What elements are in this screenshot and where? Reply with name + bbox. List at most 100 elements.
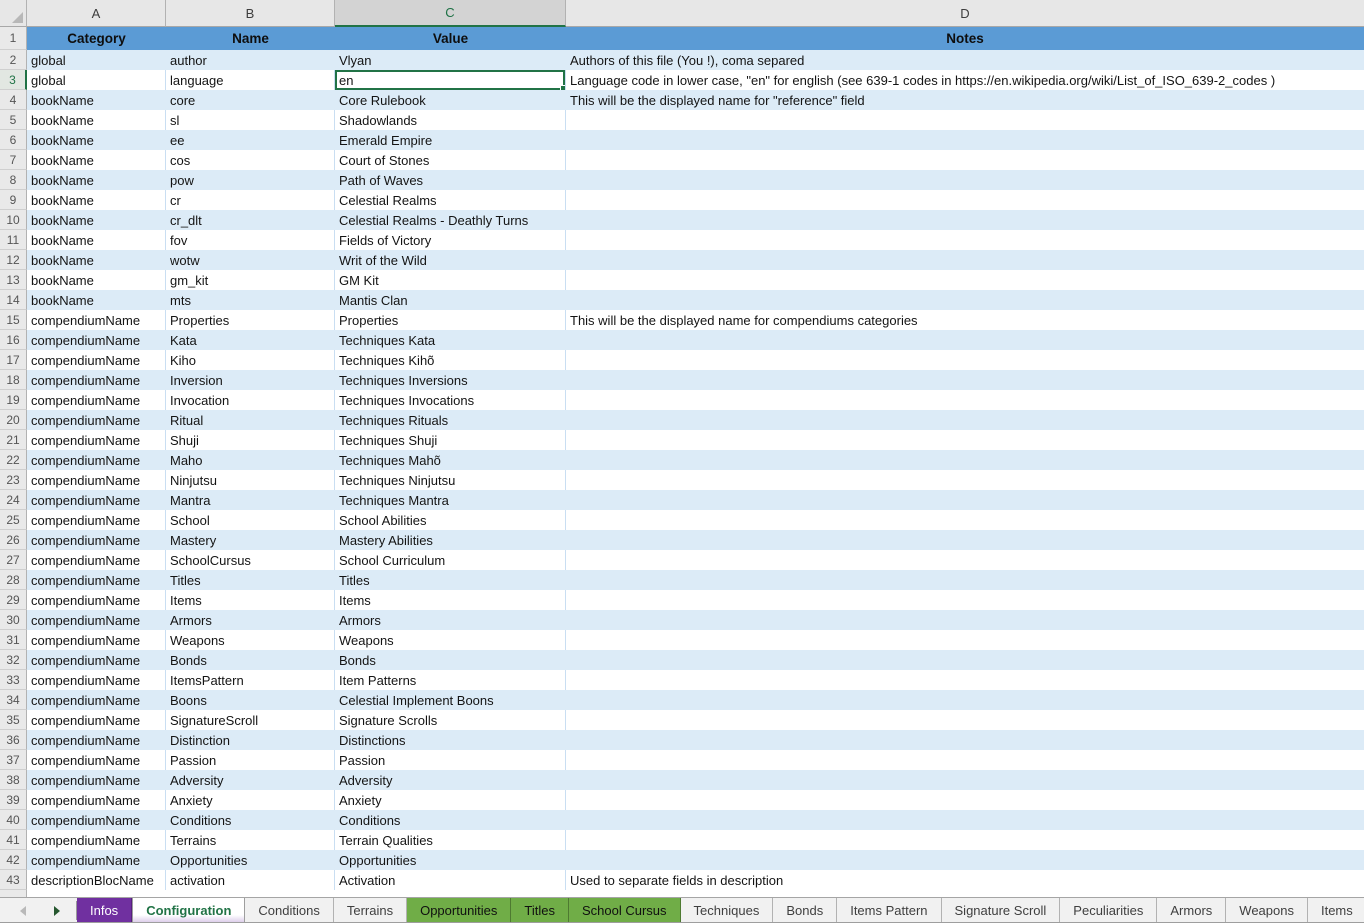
column-header-d[interactable]: D [566, 0, 1364, 27]
cell-name[interactable]: gm_kit [166, 270, 335, 290]
header-cell-category[interactable]: Category [27, 27, 166, 50]
cell-notes[interactable] [566, 170, 1364, 190]
row-number[interactable]: 3 [0, 70, 27, 90]
sheet-tab-titles[interactable]: Titles [511, 898, 569, 923]
cell-name[interactable]: Mastery [166, 530, 335, 550]
cell-category[interactable]: bookName [27, 190, 166, 210]
cell-value[interactable]: Fields of Victory [335, 230, 566, 250]
cell-category[interactable]: compendiumName [27, 690, 166, 710]
cell-name[interactable]: language [166, 70, 335, 90]
cell-value[interactable]: Item Patterns [335, 670, 566, 690]
row-number[interactable]: 13 [0, 270, 27, 290]
cell-category[interactable]: compendiumName [27, 370, 166, 390]
row-number[interactable]: 4 [0, 90, 27, 110]
row-number[interactable]: 26 [0, 530, 27, 550]
cell-notes[interactable] [566, 430, 1364, 450]
sheet-tab-conditions[interactable]: Conditions [245, 898, 333, 923]
cell-notes[interactable] [566, 110, 1364, 130]
cell-value[interactable]: Court of Stones [335, 150, 566, 170]
cell-notes[interactable] [566, 570, 1364, 590]
cell-value[interactable]: Shadowlands [335, 110, 566, 130]
column-header-b[interactable]: B [166, 0, 335, 27]
sheet-tab-opportunities[interactable]: Opportunities [407, 898, 511, 923]
cell-notes[interactable] [566, 410, 1364, 430]
row-number[interactable]: 11 [0, 230, 27, 250]
cell-name[interactable]: wotw [166, 250, 335, 270]
cell-notes[interactable]: This will be the displayed name for "ref… [566, 90, 1364, 110]
cell-name[interactable]: Conditions [166, 810, 335, 830]
sheet-tab-school-cursus[interactable]: School Cursus [569, 898, 681, 923]
cell-name[interactable]: Kiho [166, 350, 335, 370]
row-number[interactable]: 36 [0, 730, 27, 750]
cell-value[interactable]: Anxiety [335, 790, 566, 810]
cell-name[interactable]: Passion [166, 750, 335, 770]
cell-notes[interactable] [566, 630, 1364, 650]
cell-notes[interactable] [566, 810, 1364, 830]
cell-category[interactable]: compendiumName [27, 830, 166, 850]
cell-notes[interactable] [566, 650, 1364, 670]
row-number[interactable]: 32 [0, 650, 27, 670]
cell-category[interactable]: bookName [27, 90, 166, 110]
sheet-tab-infos[interactable]: Infos [77, 898, 132, 923]
cell-notes[interactable] [566, 490, 1364, 510]
cell-value[interactable]: Signature Scrolls [335, 710, 566, 730]
cell-value[interactable]: Mastery Abilities [335, 530, 566, 550]
cell-name[interactable]: Anxiety [166, 790, 335, 810]
cell-value[interactable]: Armors [335, 610, 566, 630]
header-cell-name[interactable]: Name [166, 27, 335, 50]
row-number[interactable]: 37 [0, 750, 27, 770]
row-number[interactable]: 43 [0, 870, 27, 890]
row-number[interactable]: 8 [0, 170, 27, 190]
cell-value[interactable]: Passion [335, 750, 566, 770]
row-number[interactable]: 35 [0, 710, 27, 730]
cell-category[interactable]: compendiumName [27, 490, 166, 510]
cell-value[interactable]: Techniques Rituals [335, 410, 566, 430]
cell-category[interactable]: compendiumName [27, 610, 166, 630]
cell-name[interactable]: Titles [166, 570, 335, 590]
cell-value[interactable]: Celestial Realms - Deathly Turns [335, 210, 566, 230]
row-number[interactable]: 34 [0, 690, 27, 710]
row-number[interactable]: 41 [0, 830, 27, 850]
row-number[interactable]: 33 [0, 670, 27, 690]
cell-value[interactable]: Path of Waves [335, 170, 566, 190]
cell-name[interactable]: cr [166, 190, 335, 210]
cell-value[interactable]: GM Kit [335, 270, 566, 290]
cell-name[interactable]: Adversity [166, 770, 335, 790]
cell-name[interactable]: Ninjutsu [166, 470, 335, 490]
cell-name[interactable]: ItemsPattern [166, 670, 335, 690]
cell-category[interactable]: compendiumName [27, 630, 166, 650]
row-number[interactable]: 18 [0, 370, 27, 390]
cell-category[interactable]: descriptionBlocName [27, 870, 166, 890]
cell-category[interactable]: compendiumName [27, 850, 166, 870]
cell-name[interactable]: SchoolCursus [166, 550, 335, 570]
row-number[interactable]: 10 [0, 210, 27, 230]
cell-value[interactable]: Emerald Empire [335, 130, 566, 150]
row-number[interactable]: 20 [0, 410, 27, 430]
cell-category[interactable]: bookName [27, 110, 166, 130]
sheet-tab-configuration[interactable]: Configuration [132, 898, 245, 923]
cell-name[interactable]: Mantra [166, 490, 335, 510]
sheet-tab-terrains[interactable]: Terrains [334, 898, 407, 923]
cell-notes[interactable]: This will be the displayed name for comp… [566, 310, 1364, 330]
cell-value[interactable]: Adversity [335, 770, 566, 790]
cell-name[interactable]: SignatureScroll [166, 710, 335, 730]
row-number[interactable]: 5 [0, 110, 27, 130]
cell-name[interactable]: Invocation [166, 390, 335, 410]
cell-name[interactable]: Items [166, 590, 335, 610]
cell-value[interactable]: Items [335, 590, 566, 610]
cell-notes[interactable] [566, 150, 1364, 170]
cell-notes[interactable] [566, 590, 1364, 610]
cell-value[interactable]: Techniques Mantra [335, 490, 566, 510]
row-number[interactable]: 42 [0, 850, 27, 870]
row-number[interactable]: 1 [0, 27, 27, 50]
row-number[interactable]: 30 [0, 610, 27, 630]
cell-name[interactable]: sl [166, 110, 335, 130]
cell-category[interactable]: compendiumName [27, 710, 166, 730]
cell-value[interactable]: Techniques Inversions [335, 370, 566, 390]
cell-value[interactable]: Properties [335, 310, 566, 330]
cell-name[interactable]: Armors [166, 610, 335, 630]
cell-notes[interactable] [566, 130, 1364, 150]
cell-name[interactable]: core [166, 90, 335, 110]
cell-notes[interactable] [566, 710, 1364, 730]
cell-notes[interactable]: Authors of this file (You !), coma separ… [566, 50, 1364, 70]
